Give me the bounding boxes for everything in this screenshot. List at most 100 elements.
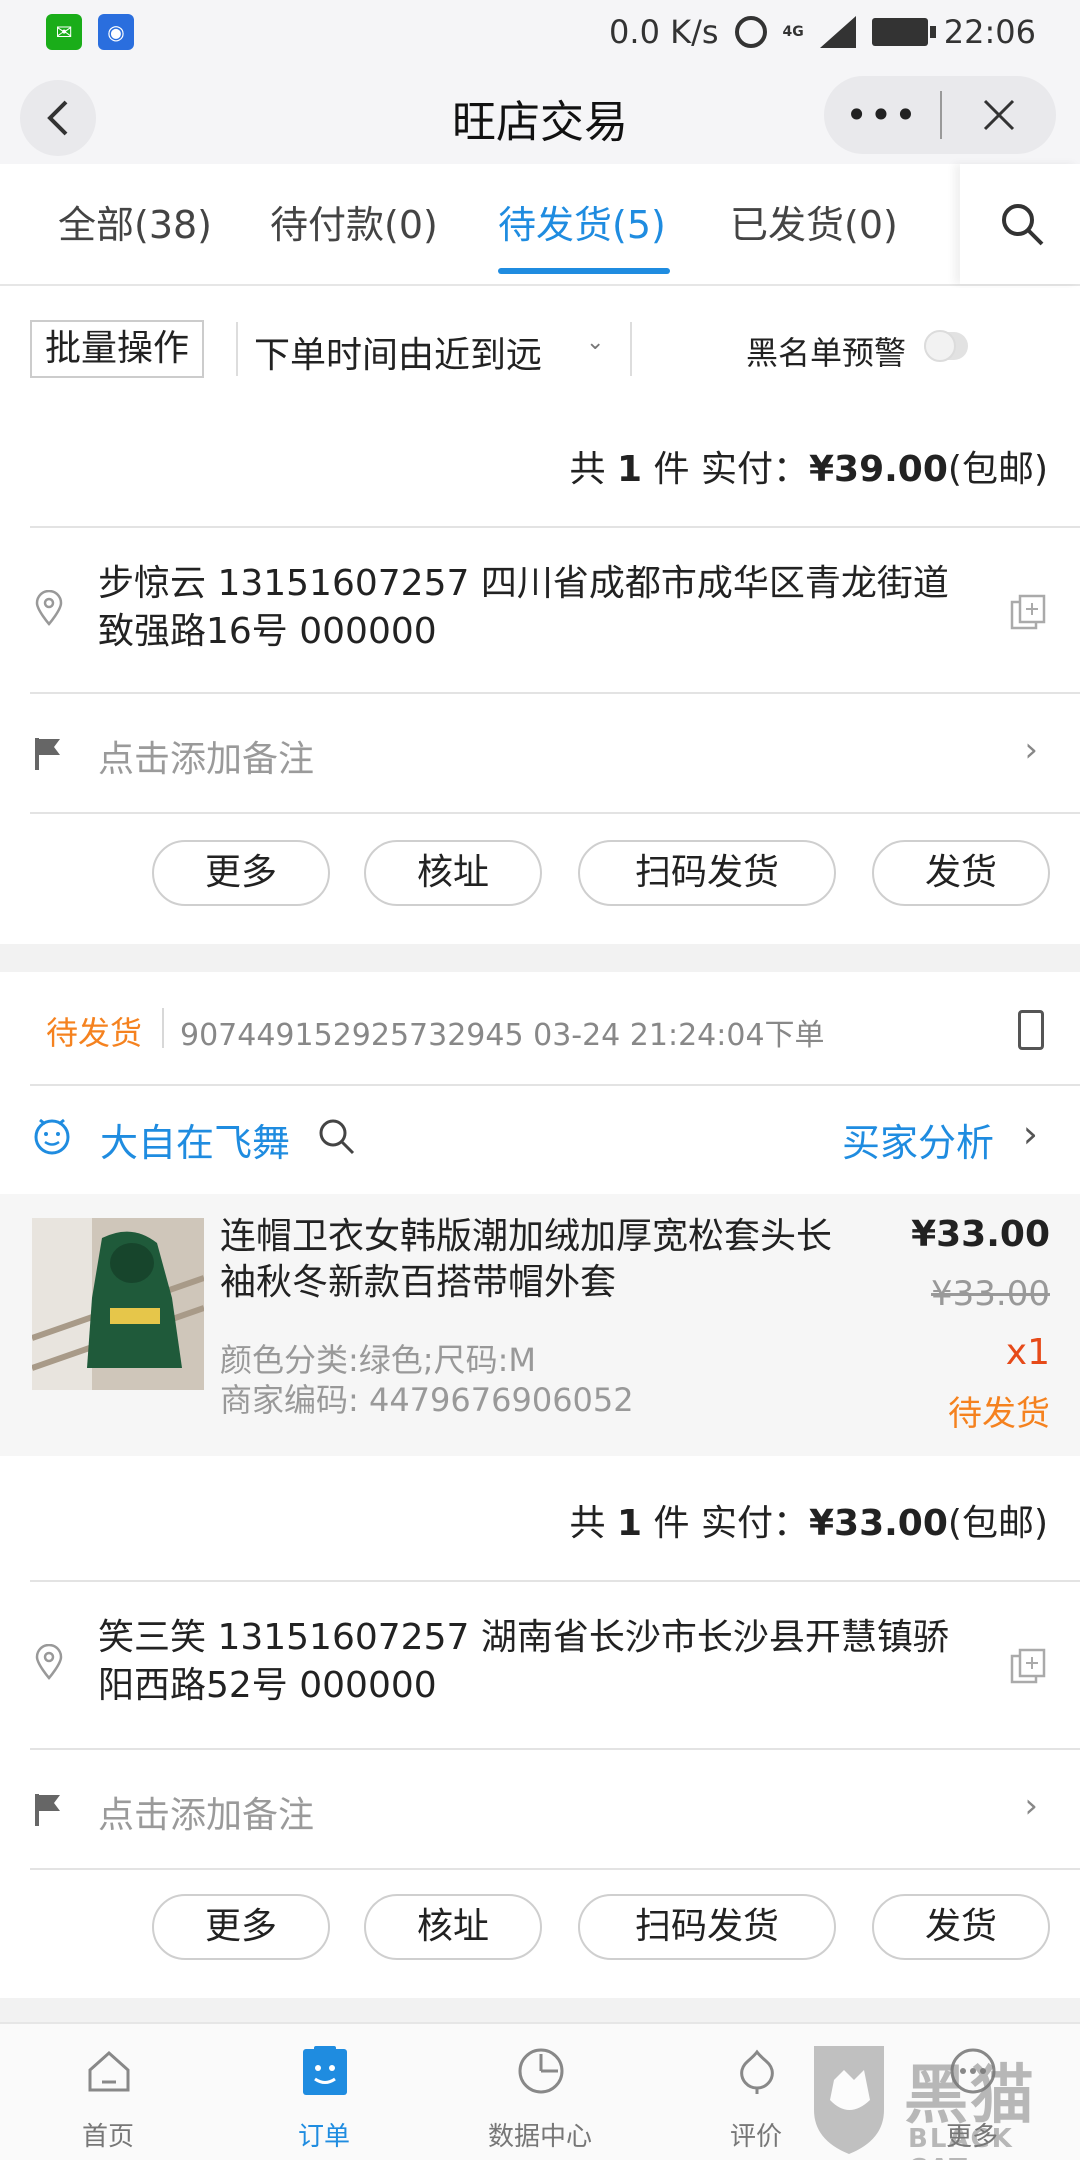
- shipping-address: 步惊云 13151607257 四川省成都市成华区青龙街道致强路16号 0000…: [98, 563, 949, 652]
- blacklist-warning-toggle[interactable]: [924, 330, 968, 362]
- add-note-placeholder: 点击添加备注: [98, 1795, 315, 1836]
- shipping-address-row[interactable]: 步惊云 13151607257 四川省成都市成华区青龙街道致强路16号 0000…: [0, 528, 1080, 688]
- bottom-tab-label: 首页: [81, 2122, 134, 2152]
- bottom-tab-label: 数据中心: [487, 2122, 592, 2152]
- mobile-order-icon: [1018, 1010, 1044, 1050]
- alarm-icon: [734, 16, 767, 48]
- shipping-note: (包邮): [947, 449, 1048, 490]
- capsule-menu: •••: [824, 76, 1056, 154]
- bottom-tab-home[interactable]: 首页: [0, 2024, 216, 2160]
- bottom-tab-data-center[interactable]: 数据中心: [432, 2024, 648, 2160]
- total-mid: 件 实付：: [653, 1503, 809, 1544]
- merchant-code: 商家编码: 4479676906052: [220, 1381, 634, 1419]
- more-button[interactable]: 更多: [152, 840, 330, 906]
- home-icon: [88, 2050, 130, 2092]
- clock: 22:06: [943, 13, 1036, 51]
- order-status-tabs: 全部(38) 待付款(0) 待发货(5) 已发货(0): [0, 164, 1080, 286]
- add-note-row[interactable]: 点击添加备注 ›: [0, 694, 1080, 812]
- watermark-text: 黑猫: [904, 2059, 1036, 2133]
- flag-icon: [35, 738, 60, 770]
- order-separator: [0, 944, 1080, 972]
- tab-all[interactable]: 全部(38): [58, 194, 212, 249]
- total-mid: 件 实付：: [653, 449, 809, 490]
- close-button[interactable]: [942, 76, 1056, 154]
- sort-dropdown[interactable]: 下单时间由近到远: [254, 326, 542, 378]
- search-icon[interactable]: [316, 1116, 356, 1156]
- product-title: 连帽卫衣女韩版潮加绒加厚宽松套头长袖秋冬新款百搭带帽外套: [220, 1216, 833, 1303]
- batch-operation-button[interactable]: 批量操作: [30, 320, 204, 378]
- add-note-row[interactable]: 点击添加备注 ›: [0, 1750, 1080, 1868]
- buyer-analysis-link[interactable]: 买家分析: [842, 1112, 994, 1167]
- watermark-subtext: BLACK CAT: [908, 2124, 1014, 2160]
- watermark-logo: 黑猫 BLACK CAT: [804, 2040, 1072, 2160]
- shipping-address-row[interactable]: 笑三笑 13151607257 湖南省长沙市长沙县开慧镇骄阳西路52号 0000…: [0, 1582, 1080, 1742]
- battery-icon: [871, 18, 936, 46]
- order-total: 共 1 件 实付：¥39.00(包邮): [0, 424, 1080, 504]
- ship-button[interactable]: 发货: [872, 1894, 1050, 1960]
- total-prefix: 共: [569, 449, 606, 490]
- copy-icon[interactable]: [1008, 1646, 1048, 1686]
- total-prefix: 共: [569, 1503, 606, 1544]
- location-pin-icon: [35, 1644, 63, 1680]
- chevron-right-icon: ›: [1024, 1786, 1038, 1826]
- search-icon[interactable]: [998, 200, 1046, 248]
- tab-pending-shipment[interactable]: 待发货(5): [498, 194, 666, 249]
- nav-bar: 旺店交易 •••: [0, 64, 1080, 164]
- ship-button[interactable]: 发货: [872, 840, 1050, 906]
- flag-icon: [35, 1794, 60, 1826]
- chevron-right-icon: ›: [1022, 1112, 1038, 1156]
- scan-ship-button[interactable]: 扫码发货: [578, 1894, 836, 1960]
- scan-ship-button[interactable]: 扫码发货: [578, 840, 836, 906]
- order-item[interactable]: 连帽卫衣女韩版潮加绒加厚宽松套头长袖秋冬新款百搭带帽外套 颜色分类:绿色;尺码:…: [0, 1194, 1080, 1456]
- add-note-placeholder: 点击添加备注: [98, 739, 315, 780]
- buyer-row: 大自在飞舞 买家分析 ›: [0, 1086, 1080, 1192]
- copy-icon[interactable]: [1008, 592, 1048, 632]
- bottom-tab-orders[interactable]: 订单: [216, 2024, 432, 2160]
- buyer-wangwang-icon[interactable]: [32, 1116, 72, 1156]
- filter-divider: [236, 322, 238, 376]
- shipping-note: (包邮): [947, 1503, 1048, 1544]
- product-price: ¥33.00: [911, 1214, 1050, 1255]
- verify-address-button[interactable]: 核址: [364, 840, 542, 906]
- tab-pending-payment[interactable]: 待付款(0): [270, 194, 438, 249]
- verify-address-button[interactable]: 核址: [364, 1894, 542, 1960]
- total-amount: ¥39.00: [808, 449, 948, 490]
- toggle-knob: [924, 330, 956, 362]
- order-header: 待发货 907449152925732945 03-24 21:24:04下单: [0, 972, 1080, 1082]
- total-count: 1: [617, 449, 643, 490]
- total-amount: ¥33.00: [808, 1503, 948, 1544]
- chevron-down-icon: ⌄: [586, 330, 605, 355]
- close-icon: [983, 99, 1015, 131]
- order-number-time: 907449152925732945 03-24 21:24:04下单: [180, 1018, 825, 1053]
- item-status: 待发货: [948, 1394, 1050, 1434]
- tab-shipped[interactable]: 已发货(0): [730, 194, 898, 249]
- app-notification-icon: ◉: [98, 14, 134, 50]
- network-type: 4G: [782, 24, 804, 40]
- chevron-right-icon: ›: [1024, 730, 1038, 770]
- location-pin-icon: [35, 590, 63, 626]
- product-quantity: x1: [1005, 1332, 1050, 1373]
- header-divider: [162, 1008, 164, 1048]
- divider: [30, 812, 1080, 814]
- wechat-icon: ✉: [46, 14, 82, 50]
- product-thumbnail: [32, 1218, 204, 1390]
- more-menu-button[interactable]: •••: [824, 76, 940, 154]
- active-tab-indicator: [498, 268, 670, 274]
- original-price: ¥33.00: [931, 1274, 1050, 1314]
- divider: [30, 1868, 1080, 1870]
- cat-shield-icon: [814, 2046, 884, 2154]
- order-status-badge: 待发货: [46, 1014, 143, 1052]
- total-count: 1: [617, 1503, 643, 1544]
- more-button[interactable]: 更多: [152, 1894, 330, 1960]
- status-bar: ✉ ◉ 0.0 K/s 4G 22:06: [0, 0, 1080, 64]
- review-icon: [740, 2049, 774, 2094]
- order-icon: [303, 2046, 347, 2095]
- signal-icon: [819, 16, 856, 48]
- filter-divider: [630, 322, 632, 376]
- network-speed: 0.0 K/s: [609, 13, 719, 51]
- data-center-icon: [518, 2048, 564, 2094]
- product-sku: 颜色分类:绿色;尺码:M: [220, 1341, 536, 1379]
- order-total: 共 1 件 实付：¥33.00(包邮): [0, 1478, 1080, 1558]
- bottom-tab-label: 订单: [297, 2122, 350, 2152]
- buyer-name[interactable]: 大自在飞舞: [100, 1112, 290, 1167]
